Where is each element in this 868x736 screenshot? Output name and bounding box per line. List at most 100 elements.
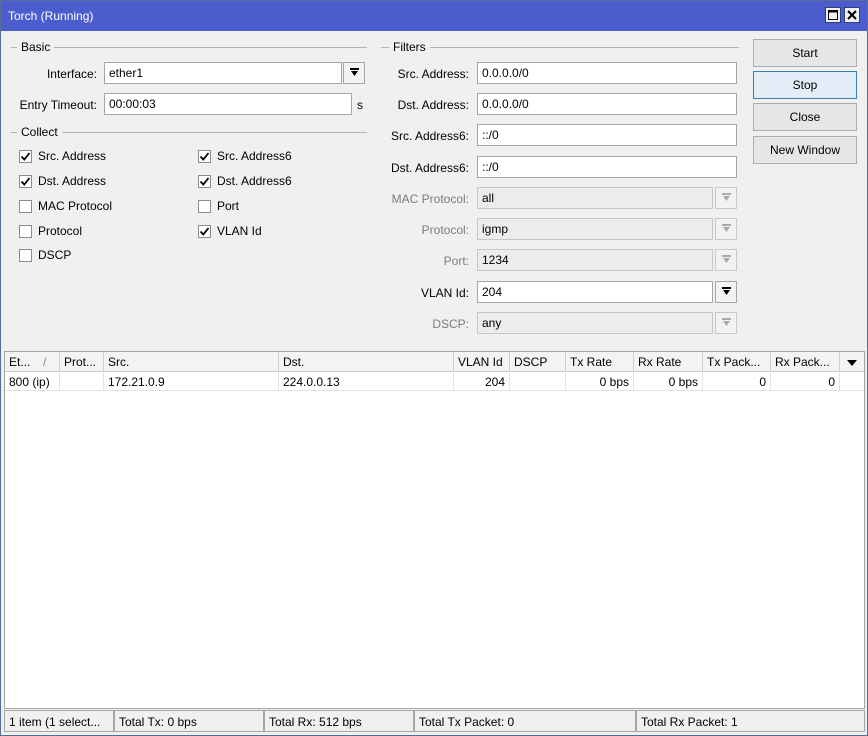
checkmark-icon — [20, 176, 31, 186]
status-total-tx: Total Tx: 0 bps — [114, 710, 264, 732]
status-total-tx-packet: Total Tx Packet: 0 — [414, 710, 636, 732]
collect-src-address6-checkbox[interactable]: Src. Address6 — [198, 148, 292, 164]
status-bar: 1 item (1 select... Total Tx: 0 bps Tota… — [4, 710, 865, 733]
filter-protocol-label: Protocol: — [421, 223, 469, 237]
dropdown-arrow-icon — [349, 66, 359, 80]
checkmark-icon — [199, 176, 210, 186]
col-header-protocol[interactable]: Prot... — [60, 352, 104, 372]
filter-dst-address-input[interactable]: 0.0.0.0/0 — [477, 93, 737, 115]
interface-input[interactable]: ether1 — [104, 62, 342, 84]
cell-tx-packets: 0 — [703, 373, 771, 391]
col-header-dscp[interactable]: DSCP — [510, 352, 566, 372]
port-dropdown-button[interactable] — [715, 249, 737, 271]
cell-protocol — [60, 373, 104, 391]
interface-label: Interface: — [46, 67, 97, 81]
cell-rx-packets: 0 — [771, 373, 840, 391]
checkbox-label: VLAN Id — [217, 224, 262, 238]
entry-timeout-unit: s — [357, 98, 363, 112]
filter-src-address6-input[interactable]: ::/0 — [477, 124, 737, 146]
checkbox-box — [198, 199, 211, 213]
filter-dst-address6-input[interactable]: ::/0 — [477, 156, 737, 178]
filter-dscp-label: DSCP: — [432, 317, 469, 331]
title-bar[interactable]: Torch (Running) — [1, 1, 867, 31]
filter-dst-address-label: Dst. Address: — [397, 98, 469, 112]
col-header-vlan-id[interactable]: VLAN Id — [454, 352, 510, 372]
filter-mac-protocol-select[interactable]: all — [477, 187, 713, 209]
checkbox-label: Protocol — [38, 224, 83, 238]
filter-mac-protocol-label: MAC Protocol: — [391, 192, 469, 206]
checkbox-label: Port — [217, 199, 240, 213]
sort-indicator-icon: / — [43, 355, 47, 369]
interface-dropdown-button[interactable] — [343, 62, 365, 84]
filter-src-address-input[interactable]: 0.0.0.0/0 — [477, 62, 737, 84]
collect-vlan-id-checkbox[interactable]: VLAN Id — [198, 223, 262, 239]
filter-protocol-select[interactable]: igmp — [477, 218, 713, 240]
checkbox-label: DSCP — [38, 248, 72, 262]
checkbox-box — [198, 224, 211, 238]
dropdown-arrow-icon — [721, 253, 731, 267]
collect-group-line — [11, 132, 367, 133]
col-header-dst[interactable]: Dst. — [279, 352, 454, 372]
collect-protocol-checkbox[interactable]: Protocol — [19, 223, 82, 239]
dropdown-arrow-icon — [721, 222, 731, 236]
filter-src-address6-label: Src. Address6: — [390, 129, 469, 143]
protocol-dropdown-button[interactable] — [715, 218, 737, 240]
cell-dst: 224.0.0.13 — [279, 373, 454, 391]
checkbox-box — [19, 224, 32, 238]
cell-rx-rate: 0 bps — [634, 373, 703, 391]
new-window-button[interactable]: New Window — [753, 136, 857, 164]
checkmark-icon — [20, 151, 31, 161]
checkbox-label: Dst. Address — [38, 174, 107, 188]
cell-tx-rate: 0 bps — [566, 373, 634, 391]
col-header-rx-rate[interactable]: Rx Rate — [634, 352, 703, 372]
maximize-icon — [828, 10, 838, 20]
filters-group-label: Filters — [389, 40, 430, 54]
column-menu-button[interactable] — [840, 352, 864, 372]
cell-vlan-id: 204 — [454, 373, 510, 391]
basic-group-label: Basic — [17, 40, 55, 54]
checkbox-label: Src. Address — [38, 149, 107, 163]
torch-window: Torch (Running) Basic Interface: ether1 … — [0, 0, 868, 736]
close-window-button[interactable] — [844, 7, 860, 23]
collect-dscp-checkbox[interactable]: DSCP — [19, 247, 71, 263]
filter-dscp-select[interactable]: any — [477, 312, 713, 334]
checkbox-box — [19, 199, 32, 213]
filter-vlan-id-select[interactable]: 204 — [477, 281, 713, 303]
checkbox-box — [198, 174, 211, 188]
collect-mac-protocol-checkbox[interactable]: MAC Protocol — [19, 198, 112, 214]
maximize-button[interactable] — [825, 7, 841, 23]
filters-group-line — [381, 47, 739, 48]
checkbox-label: MAC Protocol — [38, 199, 113, 213]
checkmark-icon — [199, 151, 210, 161]
mac-protocol-dropdown-button[interactable] — [715, 187, 737, 209]
col-header-src[interactable]: Src. — [104, 352, 279, 372]
checkbox-box — [198, 149, 211, 163]
collect-port-checkbox[interactable]: Port — [198, 198, 239, 214]
col-header-rx-packets[interactable]: Rx Pack... — [771, 352, 840, 372]
col-header-tx-packets[interactable]: Tx Pack... — [703, 352, 771, 372]
filter-port-select[interactable]: 1234 — [477, 249, 713, 271]
torch-results-table[interactable]: Et... / Prot... Src. Dst. VLAN Id DSCP T… — [4, 351, 865, 709]
dscp-dropdown-button[interactable] — [715, 312, 737, 334]
col-header-tx-rate[interactable]: Tx Rate — [566, 352, 634, 372]
dropdown-arrow-icon — [721, 191, 731, 205]
stop-button[interactable]: Stop — [753, 71, 857, 99]
dropdown-arrow-icon — [721, 285, 731, 299]
start-button[interactable]: Start — [753, 39, 857, 67]
table-row[interactable]: 800 (ip) 172.21.0.9 224.0.0.13 204 0 bps… — [5, 373, 864, 391]
cell-src: 172.21.0.9 — [104, 373, 279, 391]
collect-dst-address6-checkbox[interactable]: Dst. Address6 — [198, 173, 292, 189]
collect-src-address-checkbox[interactable]: Src. Address — [19, 148, 106, 164]
vlan-id-dropdown-button[interactable] — [715, 281, 737, 303]
checkbox-box — [19, 174, 32, 188]
collect-group-label: Collect — [17, 125, 62, 139]
filter-vlan-id-label: VLAN Id: — [420, 286, 469, 300]
window-title: Torch (Running) — [8, 9, 94, 23]
checkbox-box — [19, 248, 32, 262]
dropdown-arrow-icon — [721, 316, 731, 330]
collect-dst-address-checkbox[interactable]: Dst. Address — [19, 173, 106, 189]
col-header-eth-proto[interactable]: Et... / — [5, 352, 60, 372]
close-button[interactable]: Close — [753, 103, 857, 131]
entry-timeout-input[interactable]: 00:00:03 — [104, 93, 352, 115]
filter-port-label: Port: — [443, 254, 469, 268]
